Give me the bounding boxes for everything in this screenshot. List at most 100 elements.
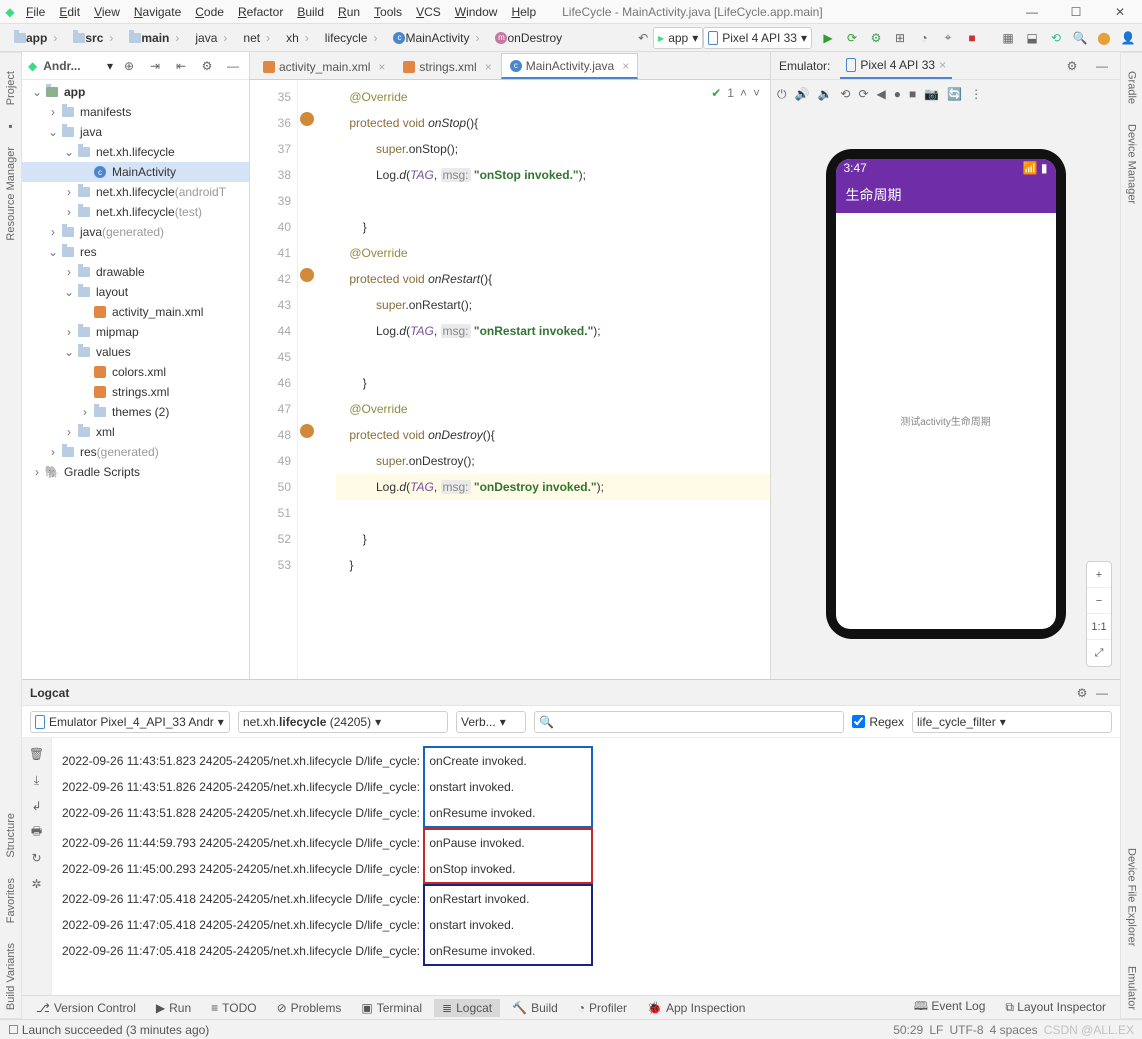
- emulator-button[interactable]: Emulator: [1126, 958, 1138, 1018]
- tree-node[interactable]: ⌄app: [22, 82, 249, 102]
- left-square-icon[interactable]: ▪: [2, 117, 20, 135]
- trash-icon[interactable]: 🗑: [27, 744, 47, 764]
- run-config-combo[interactable]: ▸app▾: [653, 27, 703, 49]
- soft-wrap-icon[interactable]: ↲: [27, 796, 47, 816]
- tree-node[interactable]: ›🐘Gradle Scripts: [22, 462, 249, 482]
- bottom-tool-profiler[interactable]: ◔ Profiler: [570, 999, 635, 1017]
- apply-changes-icon[interactable]: ⟳: [842, 28, 862, 48]
- bottom-tool-build[interactable]: 🔨 Build: [504, 999, 566, 1017]
- logcat-output[interactable]: 2022-09-26 11:43:51.823 24205-24205/net.…: [52, 738, 1120, 999]
- search-icon[interactable]: 🔍: [1070, 28, 1090, 48]
- sdk-icon[interactable]: ⬓: [1022, 28, 1042, 48]
- device-screen[interactable]: 3:47 📶 ▮ 生命周期 测试activity生命周期: [836, 159, 1056, 629]
- favorites-button[interactable]: Favorites: [5, 870, 17, 931]
- hide-panel-icon[interactable]: —: [1092, 56, 1112, 76]
- menu-view[interactable]: View: [88, 3, 126, 21]
- tree-node[interactable]: ›drawable: [22, 262, 249, 282]
- device-file-explorer-button[interactable]: Device File Explorer: [1126, 840, 1138, 954]
- profile-icon[interactable]: ◔: [914, 28, 934, 48]
- device-combo[interactable]: Pixel 4 API 33▾: [703, 27, 812, 49]
- encoding[interactable]: UTF-8: [950, 1023, 984, 1037]
- screenshot-icon[interactable]: 📷: [924, 87, 939, 101]
- bottom-tool-run[interactable]: ▶ Run: [148, 999, 199, 1017]
- tree-node[interactable]: activity_main.xml: [22, 302, 249, 322]
- tree-node[interactable]: ›xml: [22, 422, 249, 442]
- run-button[interactable]: ▶: [818, 28, 838, 48]
- power-icon[interactable]: ⏻: [777, 87, 787, 102]
- menu-window[interactable]: Window: [449, 3, 504, 21]
- volume-up-icon[interactable]: 🔊: [795, 87, 810, 101]
- indent[interactable]: 4 spaces: [990, 1023, 1038, 1037]
- menu-file[interactable]: File: [20, 3, 51, 21]
- stop-button[interactable]: ■: [962, 28, 982, 48]
- tree-node[interactable]: ›mipmap: [22, 322, 249, 342]
- record-icon[interactable]: 🔄: [947, 87, 962, 101]
- volume-down-icon[interactable]: 🔉: [817, 87, 832, 101]
- more-icon[interactable]: ⋮: [970, 87, 982, 101]
- project-tree[interactable]: ⌄app›manifests⌄java⌄net.xh.lifecyclecMai…: [22, 80, 249, 679]
- bottom-tool-todo[interactable]: ≡ TODO: [203, 999, 264, 1017]
- nav-up-icon[interactable]: ˄: [740, 86, 747, 100]
- menu-edit[interactable]: Edit: [53, 3, 86, 21]
- bottom-tool-app-inspection[interactable]: 🐞 App Inspection: [639, 999, 753, 1017]
- editor-body[interactable]: 35363738394041424344454647484950515253 @…: [250, 80, 770, 679]
- back-icon[interactable]: ◀: [877, 87, 886, 101]
- tree-node[interactable]: ⌄res: [22, 242, 249, 262]
- overview-icon[interactable]: ■: [909, 87, 916, 101]
- resource-manager-button[interactable]: Resource Manager: [5, 139, 17, 249]
- override-icon[interactable]: [300, 268, 314, 282]
- close-tab-icon[interactable]: ×: [622, 59, 629, 73]
- editor-tab[interactable]: strings.xml×: [394, 53, 500, 79]
- settings-icon[interactable]: ✲: [27, 874, 47, 894]
- tree-node[interactable]: ⌄values: [22, 342, 249, 362]
- logcat-level-combo[interactable]: Verb...▾: [456, 711, 526, 733]
- structure-button[interactable]: Structure: [5, 805, 17, 866]
- tree-node[interactable]: ›res (generated): [22, 442, 249, 462]
- home-icon[interactable]: ●: [894, 87, 901, 101]
- gear-icon[interactable]: ⚙: [197, 56, 217, 76]
- hide-panel-icon[interactable]: —: [223, 56, 243, 76]
- breadcrumb-item[interactable]: m onDestroy: [485, 31, 574, 45]
- menu-run[interactable]: Run: [332, 3, 366, 21]
- breadcrumb-item[interactable]: main: [119, 31, 185, 45]
- maximize-button[interactable]: ☐: [1054, 0, 1098, 24]
- breadcrumb-item[interactable]: app: [4, 31, 63, 45]
- menu-build[interactable]: Build: [291, 3, 330, 21]
- bottom-tool-terminal[interactable]: ▣ Terminal: [353, 999, 430, 1017]
- tree-node[interactable]: strings.xml: [22, 382, 249, 402]
- select-opened-icon[interactable]: ⊕: [119, 56, 139, 76]
- rotate-right-icon[interactable]: ⟳: [858, 87, 868, 101]
- bottom-tool-version-control[interactable]: ⎇ Version Control: [28, 999, 144, 1017]
- logcat-device-combo[interactable]: Emulator Pixel_4_API_33 Andr▾: [30, 711, 230, 733]
- debug-button[interactable]: ⚙: [866, 28, 886, 48]
- bottom-tool-problems[interactable]: ⊘ Problems: [269, 999, 350, 1017]
- override-icon[interactable]: [300, 424, 314, 438]
- minimize-button[interactable]: —: [1010, 0, 1054, 24]
- logcat-filter-combo[interactable]: life_cycle_filter▾: [912, 711, 1112, 733]
- user-icon[interactable]: 👤: [1118, 28, 1138, 48]
- breadcrumb-item[interactable]: java: [185, 31, 233, 45]
- logcat-regex-checkbox[interactable]: Regex: [852, 715, 904, 729]
- restart-icon[interactable]: ↻: [27, 848, 47, 868]
- zoom-in-button[interactable]: +: [1087, 562, 1111, 588]
- breadcrumb-item[interactable]: src: [63, 31, 119, 45]
- close-tab-icon[interactable]: ×: [485, 60, 492, 74]
- menu-help[interactable]: Help: [505, 3, 542, 21]
- bottom-tool-layout-inspector[interactable]: ⧉ Layout Inspector: [997, 998, 1114, 1017]
- close-button[interactable]: ✕: [1098, 0, 1142, 24]
- editor-tab[interactable]: c MainActivity.java×: [501, 53, 639, 79]
- tree-node[interactable]: ⌄net.xh.lifecycle: [22, 142, 249, 162]
- menu-navigate[interactable]: Navigate: [128, 3, 187, 21]
- tree-node[interactable]: cMainActivity: [22, 162, 249, 182]
- breadcrumb-item[interactable]: lifecycle: [315, 31, 384, 45]
- close-tab-icon[interactable]: ×: [378, 60, 385, 74]
- zoom-11-button[interactable]: 1:1: [1087, 614, 1111, 640]
- tree-node[interactable]: ›net.xh.lifecycle (androidT: [22, 182, 249, 202]
- zoom-fit-button[interactable]: ⤢: [1087, 640, 1111, 666]
- code-area[interactable]: @Override protected void onStop(){ super…: [316, 80, 770, 679]
- project-tool-button[interactable]: Project: [5, 63, 17, 113]
- back-icon[interactable]: ↶: [633, 28, 653, 48]
- coverage-icon[interactable]: ⊞: [890, 28, 910, 48]
- logcat-process-combo[interactable]: net.xh.lifecycle (24205)▾: [238, 711, 448, 733]
- attach-debugger-icon[interactable]: ⌖: [938, 28, 958, 48]
